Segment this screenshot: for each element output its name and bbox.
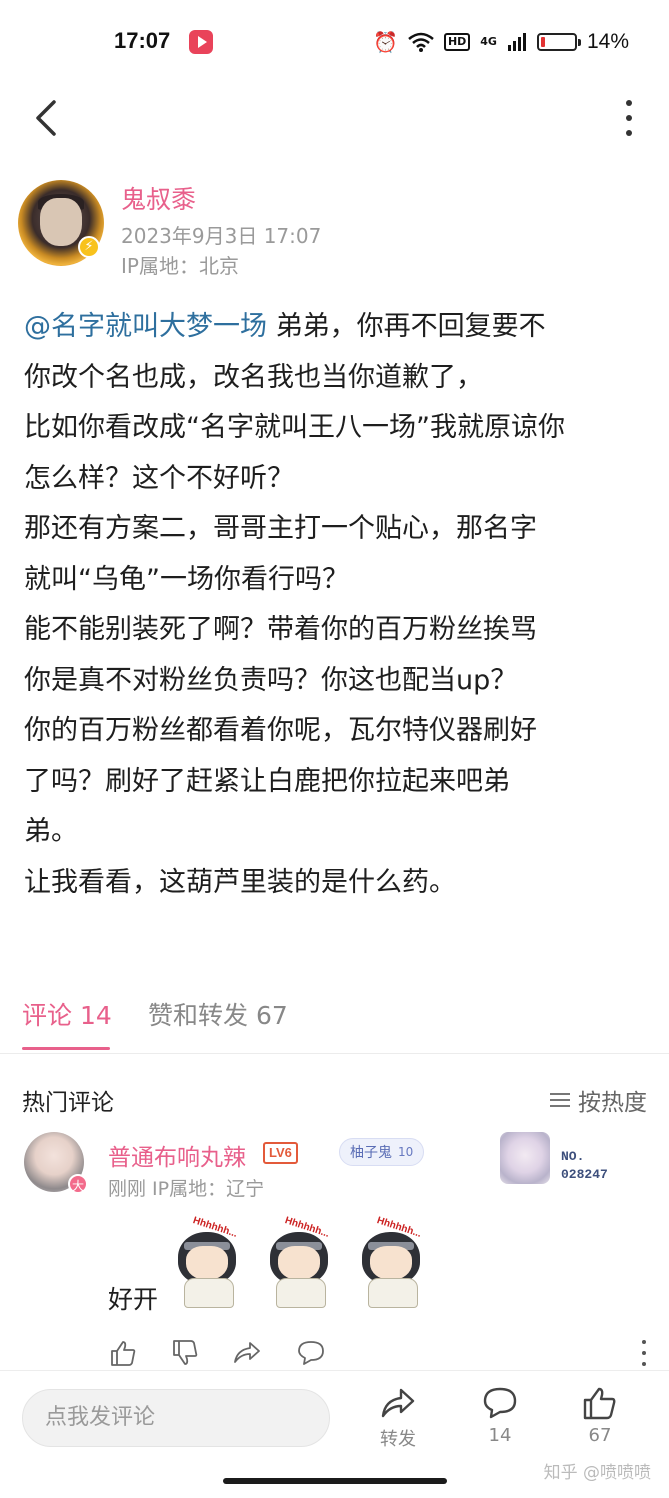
back-button[interactable] (26, 94, 70, 142)
home-indicator[interactable] (223, 1478, 447, 1484)
sticker-emoji: Hhhhhh... (350, 1215, 434, 1308)
post-line: 怎么样？这个不好听？ (24, 462, 294, 494)
post-line: 比如你看改成“名字就叫王八一场”我就原谅你 (24, 412, 565, 443)
post-line: 你是真不对粉丝负责吗？你这也配当up？ (24, 664, 518, 696)
comment-bubble-icon (483, 1387, 517, 1419)
thumbs-up-icon (583, 1387, 616, 1420)
comment-more-button[interactable] (640, 1340, 648, 1366)
author-avatar[interactable]: ⚡ (18, 180, 104, 266)
thumbs-up-icon[interactable] (108, 1338, 138, 1368)
fan-badge-level: 10 (398, 1145, 414, 1159)
like-count: 67 (588, 1425, 612, 1446)
hd-icon: HD (443, 33, 471, 51)
comment-actions (108, 1338, 648, 1370)
status-icons: ⏰ HD 4G 14% (373, 28, 629, 56)
post-line: 弟。 (24, 816, 78, 847)
tab-comments[interactable]: 评论 14 (22, 996, 112, 1052)
comment-button[interactable]: 14 (470, 1385, 530, 1446)
decoration-card-image (500, 1132, 550, 1184)
battery-percent: 14% (586, 30, 629, 53)
repost-label: 转发 (380, 1429, 416, 1450)
post-line: 那还有方案二，哥哥主打一个贴心，那名字 (24, 513, 537, 544)
thumbs-down-icon[interactable] (170, 1338, 200, 1368)
commenter-avatar[interactable]: 大 (24, 1132, 88, 1194)
commenter-name[interactable]: 普通布响丸辣 (108, 1138, 246, 1172)
vertical-dots-icon (626, 100, 632, 106)
like-button[interactable]: 67 (570, 1385, 630, 1446)
post-ip-location: IP属地：北京 (121, 254, 239, 278)
wifi-icon (408, 32, 434, 52)
tab-bar: 评论 14 赞和转发 67 (0, 996, 669, 1054)
fan-badge-name: 柚子鬼 (350, 1145, 392, 1161)
comment-text: 好开 (108, 1285, 159, 1314)
battery-level (540, 37, 545, 47)
fan-badge[interactable]: 柚子鬼 10 (339, 1138, 425, 1166)
sort-lines-icon (550, 1092, 570, 1108)
post-line: 了吗？刷好了赶紧让白鹿把你拉起来吧弟 (24, 765, 510, 797)
tab-likes-reposts[interactable]: 赞和转发 67 (148, 996, 288, 1052)
commenter-avatar-badge: 大 (68, 1174, 88, 1194)
chevron-left-icon (36, 100, 56, 136)
post-body: @名字就叫大梦一场 弟弟，你再不回复要不 你改个名也成，改名我也当你道歉了， 比… (24, 302, 654, 908)
comment-count: 14 (488, 1425, 512, 1446)
decoration-card-number: NO. 028247 (561, 1149, 608, 1182)
battery-icon (536, 33, 581, 51)
sticker-emoji: Hhhhhh... (166, 1215, 250, 1308)
more-button[interactable] (619, 96, 639, 140)
level-badge: LV6 (263, 1142, 298, 1164)
active-tab-indicator (22, 1047, 110, 1050)
lightning-badge-icon: ⚡ (78, 236, 100, 258)
post-line: 能不能别装死了啊？带着你的百万粉丝挨骂 (24, 614, 537, 645)
top-nav (0, 88, 669, 148)
comment-meta: 刚刚 IP属地：辽宁 (108, 1178, 265, 1200)
sort-button[interactable]: 按热度 (550, 1083, 647, 1117)
post-line: @名字就叫大梦一场 弟弟，你再不回复要不 (24, 311, 546, 342)
share-icon[interactable] (232, 1338, 262, 1368)
post-line: 就叫“乌龟”一场你看行吗？ (24, 563, 349, 595)
hot-comments-title: 热门评论 (22, 1090, 114, 1116)
network-type: 4G (480, 35, 497, 48)
youtube-icon (189, 30, 213, 54)
repost-button[interactable]: 转发 (368, 1385, 428, 1451)
comment-input[interactable]: 点我发评论 (22, 1389, 330, 1447)
author-name[interactable]: 鬼叔黍 (121, 180, 196, 216)
alarm-icon: ⏰ (373, 30, 398, 54)
post-line: 你的百万粉丝都看着你呢，瓦尔特仪器刷好 (24, 715, 537, 746)
repost-icon (381, 1388, 415, 1418)
status-time: 17:07 (114, 28, 171, 53)
watermark: 知乎 @喷喷喷 (543, 1463, 651, 1483)
sort-label: 按热度 (578, 1090, 647, 1116)
signal-icon (507, 33, 526, 51)
reply-comment-icon[interactable] (296, 1338, 326, 1368)
post-line: 让我看看，这葫芦里装的是什么药。 (24, 866, 456, 898)
mention-link[interactable]: @名字就叫大梦一场 (24, 311, 267, 342)
post-line: 你改个名也成，改名我也当你道歉了， (24, 361, 483, 393)
status-bar: 17:07 ⏰ HD 4G 14% (0, 0, 669, 84)
sticker-emoji: Hhhhhh... (258, 1215, 342, 1308)
post-date: 2023年9月3日 17:07 (121, 224, 322, 248)
